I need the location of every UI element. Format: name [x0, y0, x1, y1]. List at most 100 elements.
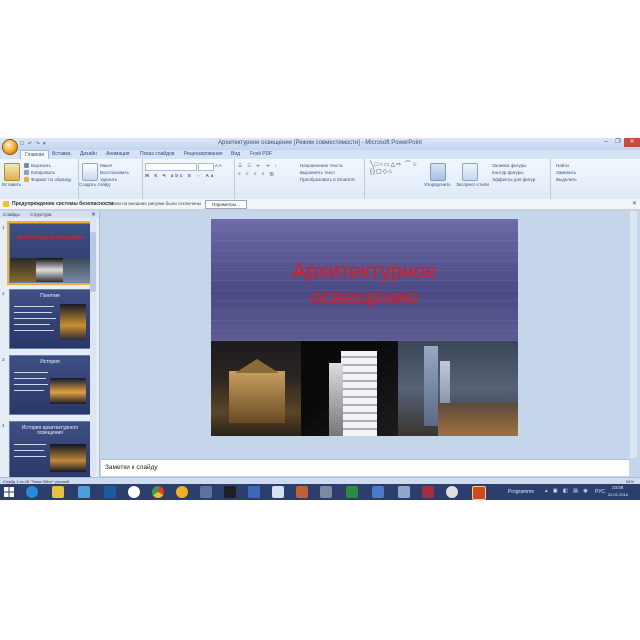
- quick-access-toolbar[interactable]: ☐ ↶ ↷ ▾: [20, 141, 47, 147]
- reset-button[interactable]: Восстановить: [100, 170, 129, 175]
- tools-icon[interactable]: [320, 486, 332, 498]
- list-buttons[interactable]: ☰ ☷ ⇤ ⇥ ↕: [238, 163, 279, 169]
- grow-font-button[interactable]: A A: [215, 163, 222, 168]
- windows-start-icon[interactable]: [4, 487, 14, 497]
- building-side: [329, 363, 343, 436]
- excel-icon[interactable]: [346, 486, 358, 498]
- document-icon[interactable]: [272, 486, 284, 498]
- copy-button[interactable]: Копировать: [31, 170, 55, 175]
- theater-photo[interactable]: [211, 341, 301, 436]
- scrollbar-thumb[interactable]: [90, 232, 96, 292]
- tab-view[interactable]: Вид: [231, 151, 240, 157]
- paste-icon[interactable]: [4, 163, 20, 181]
- tray-icons[interactable]: ▴ ▣ ◧ ▤ ◉: [545, 488, 590, 494]
- powerpoint-icon[interactable]: [472, 486, 486, 500]
- clock-date[interactable]: 02.01.2016: [608, 492, 628, 497]
- mail-icon[interactable]: [372, 486, 384, 498]
- slide-thumbnail-3[interactable]: История: [9, 355, 91, 415]
- shape-effects-button[interactable]: Эффекты для фигур: [492, 177, 535, 182]
- slide-scrollbar[interactable]: [630, 211, 637, 458]
- active-app-label[interactable]: Programme: [508, 489, 534, 495]
- powerpoint-window: ☐ ↶ ↷ ▾ Архитектурное освещение [Режим с…: [0, 138, 640, 500]
- network-icon[interactable]: [248, 486, 260, 498]
- slide-title-line-1: Архитектурное: [292, 260, 437, 283]
- notes-placeholder: Заметки к слайду: [105, 464, 158, 471]
- file-explorer-icon[interactable]: [52, 486, 64, 498]
- font-size-field[interactable]: [198, 163, 214, 171]
- slide-thumbnail-2[interactable]: Понятие: [9, 289, 91, 349]
- smartart-button[interactable]: Преобразовать в SmartArt: [300, 177, 355, 182]
- building-pediment: [235, 359, 279, 373]
- slides-pane-scrollbar[interactable]: [90, 218, 96, 476]
- notes-pane[interactable]: Заметки к слайду: [101, 459, 629, 476]
- building-facade: [229, 371, 285, 423]
- windows-taskbar: Programme ▴ ▣ ◧ ▤ ◉ РУС 23:08 02.01.2016: [0, 484, 640, 500]
- quick-styles-icon[interactable]: [462, 163, 478, 181]
- chrome-icon[interactable]: [152, 486, 164, 498]
- thumbnail-text-line: [14, 456, 46, 457]
- slide-canvas[interactable]: Архитектурное освещение: [211, 219, 518, 436]
- close-button[interactable]: ✕: [624, 138, 640, 147]
- thumbnail-text-line: [14, 384, 48, 385]
- tab-home[interactable]: Главная: [20, 150, 50, 159]
- arrange-button[interactable]: Упорядочить: [424, 182, 451, 187]
- slides-pane: Слайды Структура ✕ 1 Архитектурное освещ…: [0, 211, 100, 481]
- cut-button[interactable]: Вырезать: [31, 163, 51, 168]
- align-text-button[interactable]: Выровнять текст: [300, 170, 335, 175]
- shape-fill-button[interactable]: Заливка фигуры: [492, 163, 526, 168]
- slide-number: 1: [2, 225, 5, 230]
- slide-thumbnail-1[interactable]: Архитектурное освещение: [7, 221, 93, 285]
- tab-slides[interactable]: Слайды: [3, 212, 20, 217]
- close-icon[interactable]: ✕: [632, 200, 637, 207]
- layout-button[interactable]: Макет: [100, 163, 113, 168]
- clock-time[interactable]: 23:08: [612, 485, 623, 490]
- input-language[interactable]: РУС: [595, 489, 605, 495]
- app-icon[interactable]: [200, 486, 212, 498]
- skyscraper-photo[interactable]: [398, 341, 518, 436]
- shape-outline-button[interactable]: Контур фигуры: [492, 170, 523, 175]
- new-slide-icon[interactable]: [82, 163, 98, 181]
- printer-icon[interactable]: [398, 486, 410, 498]
- font-name-field[interactable]: [145, 163, 197, 171]
- new-slide-button[interactable]: Создать слайд: [79, 182, 110, 187]
- format-painter-button[interactable]: Формат по образцу: [31, 177, 71, 182]
- quick-styles-button[interactable]: Экспресс-стили: [456, 182, 489, 187]
- shapes-gallery[interactable]: ╲□○▭△⇨ ⌒☆{}▢◇⌂: [370, 162, 422, 176]
- delete-slide-button[interactable]: Удалить: [100, 177, 117, 182]
- slide-number: 4: [2, 423, 5, 428]
- media-player-icon[interactable]: [422, 486, 434, 498]
- slide-thumbnail-4[interactable]: История архитектурного освещения: [9, 421, 91, 481]
- tab-insert[interactable]: Вставка: [52, 151, 71, 157]
- tab-animation[interactable]: Анимация: [106, 151, 129, 157]
- minimize-button[interactable]: –: [600, 138, 612, 147]
- browser-icon[interactable]: [446, 486, 458, 498]
- close-pane-icon[interactable]: ✕: [91, 211, 96, 218]
- tab-outline[interactable]: Структура: [30, 212, 51, 217]
- paint-icon[interactable]: [296, 486, 308, 498]
- tab-foxit-pdf[interactable]: Foxit PDF: [250, 151, 272, 157]
- slide-number: 3: [2, 357, 5, 362]
- font-format-buttons[interactable]: Ж К Ч abc S ⇔ Aa: [145, 173, 215, 178]
- paste-button[interactable]: Вставить: [2, 182, 21, 187]
- tab-design[interactable]: Дизайн: [80, 151, 97, 157]
- office-button[interactable]: [2, 139, 18, 155]
- modern-building-photo[interactable]: [301, 341, 398, 436]
- tab-slideshow[interactable]: Показ слайдов: [140, 151, 174, 157]
- store-icon[interactable]: [78, 486, 90, 498]
- text-direction-button[interactable]: Направление текста: [300, 163, 343, 168]
- maximize-button[interactable]: ❐: [612, 138, 624, 147]
- arrange-icon[interactable]: [430, 163, 446, 181]
- thumbnail-photo: [50, 378, 86, 404]
- skype-icon[interactable]: [128, 486, 140, 498]
- select-button[interactable]: Выделить: [556, 177, 577, 182]
- replace-button[interactable]: Заменить: [556, 170, 576, 175]
- media-icon[interactable]: [104, 486, 116, 498]
- avast-icon[interactable]: [176, 486, 188, 498]
- align-buttons[interactable]: ≡ ≡ ≡ ≡ ▥: [238, 171, 276, 177]
- tab-review[interactable]: Рецензирование: [184, 151, 223, 157]
- slide-title[interactable]: Архитектурное освещение: [211, 259, 518, 311]
- find-button[interactable]: Найти: [556, 163, 569, 168]
- internet-explorer-icon[interactable]: [26, 486, 38, 498]
- console-icon[interactable]: [224, 486, 236, 498]
- security-options-button[interactable]: Параметры...: [205, 200, 247, 209]
